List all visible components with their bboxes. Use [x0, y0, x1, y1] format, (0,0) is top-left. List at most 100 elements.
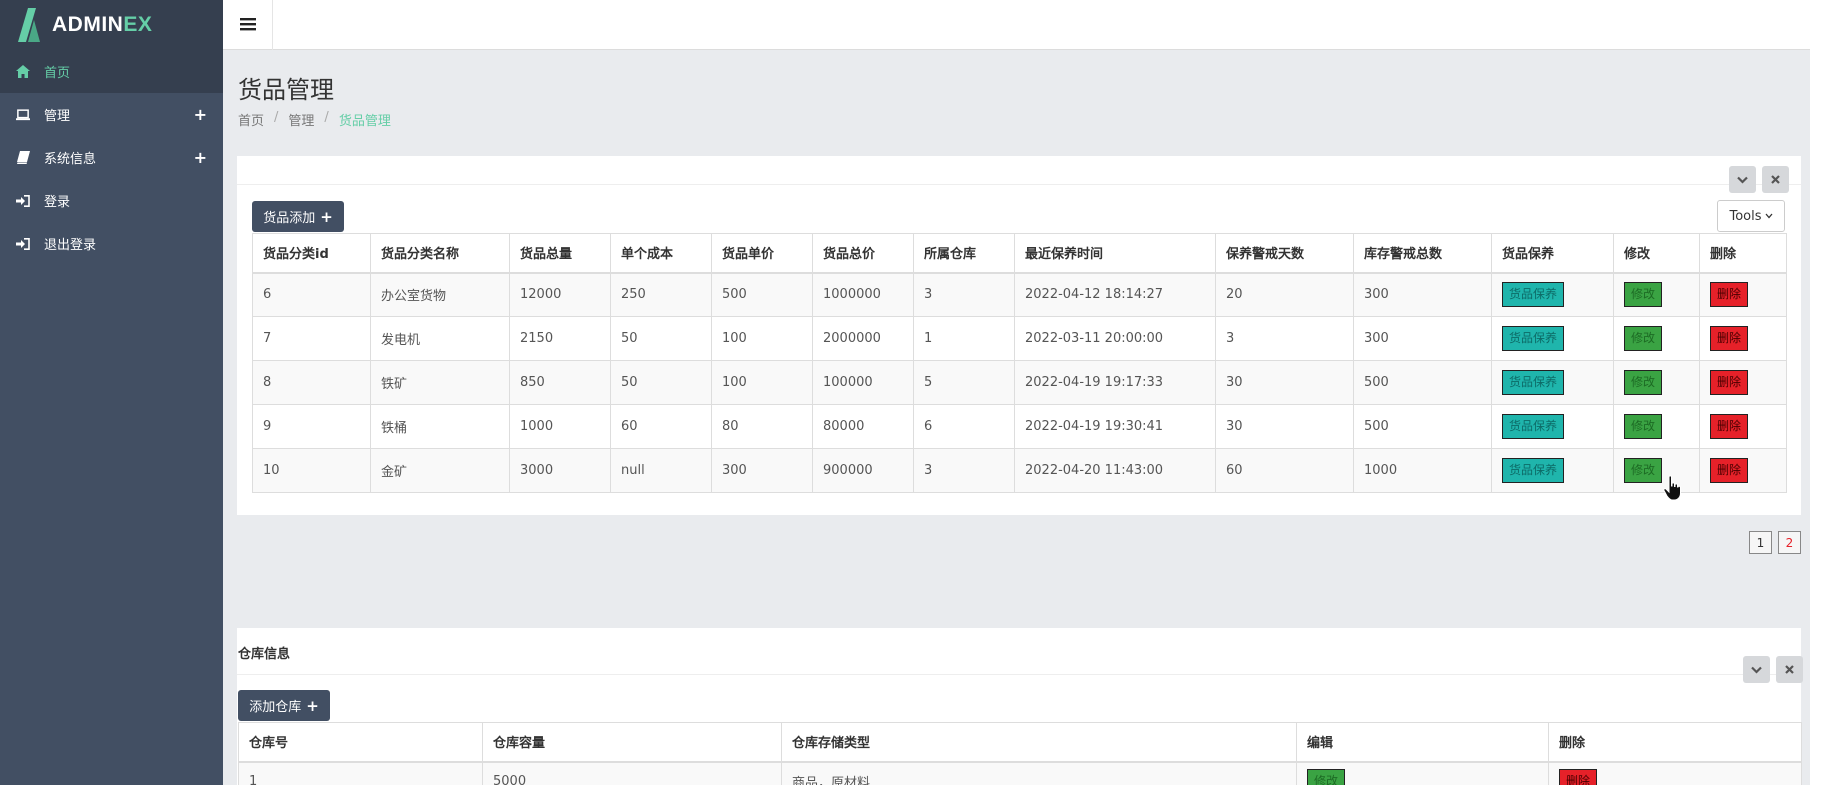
column-header[interactable]: 仓库存储类型	[781, 722, 1297, 763]
pagination: 1 2	[1749, 531, 1801, 554]
breadcrumb-home[interactable]: 首页	[238, 110, 264, 129]
action-cell: 修改	[1296, 761, 1549, 785]
expand-plus-icon[interactable]: +	[194, 148, 207, 167]
column-header[interactable]: 所属仓库	[913, 233, 1015, 274]
table-cell: 商品，原材料	[781, 761, 1297, 785]
edit-button[interactable]: 修改	[1624, 414, 1663, 439]
table-cell: 2022-03-11 20:00:00	[1014, 316, 1216, 361]
add-goods-button[interactable]: 货品添加 +	[252, 201, 344, 232]
table-cell: 850	[509, 360, 611, 405]
edit-button[interactable]: 修改	[1624, 282, 1663, 308]
panel-collapse-button[interactable]	[1729, 166, 1756, 193]
column-header[interactable]: 保养警戒天数	[1215, 233, 1354, 274]
column-header[interactable]: 货品单价	[711, 233, 813, 274]
table-cell: 100	[711, 360, 813, 405]
expand-plus-icon[interactable]: +	[194, 105, 207, 124]
table-cell: 发电机	[370, 316, 510, 361]
sidebar-item-logout[interactable]: 退出登录	[0, 222, 223, 265]
table-cell: 5	[913, 360, 1015, 405]
maintain-button[interactable]: 货品保养	[1502, 414, 1565, 439]
table-cell: 6	[252, 272, 371, 317]
top-header	[223, 0, 1810, 50]
sidebar-item-manage[interactable]: 管理 +	[0, 93, 223, 136]
edit-button[interactable]: 修改	[1307, 769, 1346, 785]
page-1-button[interactable]: 1	[1749, 531, 1772, 554]
table-cell: 12000	[509, 272, 611, 317]
table-cell: 30	[1215, 360, 1354, 405]
table-cell: 100000	[812, 360, 914, 405]
brand-logo[interactable]: ADMINEX	[0, 0, 223, 50]
page-2-button[interactable]: 2	[1778, 531, 1801, 554]
table-row: 8 铁矿 850 50 100 100000 5 2022-04-19 19:17:33 30 5…	[252, 360, 1787, 405]
action-cell: 删除	[1699, 316, 1787, 361]
column-header[interactable]: 库存警戒总数	[1353, 233, 1492, 274]
edit-button[interactable]: 修改	[1624, 326, 1663, 351]
column-header[interactable]: 删除	[1699, 233, 1787, 274]
table-cell: 900000	[812, 448, 914, 493]
column-header[interactable]: 仓库号	[238, 722, 483, 763]
column-header[interactable]: 编辑	[1296, 722, 1549, 763]
edit-button[interactable]: 修改	[1624, 370, 1663, 395]
action-cell: 删除	[1699, 272, 1787, 317]
table-cell: 500	[711, 272, 813, 317]
table-row: 1 5000 商品，原材料 修改 删除	[238, 761, 1802, 785]
action-cell: 货品保养	[1491, 404, 1614, 449]
table-cell: 1000	[1353, 448, 1492, 493]
panel-collapse-button[interactable]	[1743, 656, 1770, 683]
sidebar-item-home[interactable]: 首页	[0, 50, 223, 93]
column-header[interactable]: 货品分类名称	[370, 233, 510, 274]
maintain-button[interactable]: 货品保养	[1502, 370, 1565, 395]
maintain-button[interactable]: 货品保养	[1502, 458, 1565, 483]
add-goods-label: 货品添加	[263, 211, 316, 226]
goods-table: 货品分类id 货品分类名称 货品总量 单个成本 货品单价 货品总价 所属仓库 最…	[252, 233, 1787, 493]
sidebar-item-label: 系统信息	[44, 152, 97, 167]
brand-name: ADMIN	[52, 13, 124, 36]
table-cell: 60	[610, 404, 712, 449]
delete-button[interactable]: 删除	[1710, 282, 1749, 308]
tools-dropdown-button[interactable]: Tools	[1717, 200, 1785, 232]
breadcrumb-manage[interactable]: 管理	[288, 110, 314, 129]
panel-close-button[interactable]	[1762, 166, 1789, 193]
column-header[interactable]: 货品总价	[812, 233, 914, 274]
action-cell: 删除	[1699, 448, 1787, 493]
delete-button[interactable]: 删除	[1710, 326, 1749, 351]
action-cell: 修改	[1613, 316, 1700, 361]
table-cell: 300	[711, 448, 813, 493]
delete-button[interactable]: 删除	[1710, 458, 1749, 483]
table-row: 9 铁桶 1000 60 80 80000 6 2022-04-19 19:30:41 30 50…	[252, 404, 1787, 449]
column-header[interactable]: 最近保养时间	[1014, 233, 1216, 274]
add-warehouse-button[interactable]: 添加仓库 +	[238, 690, 330, 721]
delete-button[interactable]: 删除	[1710, 414, 1749, 439]
table-cell: 1	[913, 316, 1015, 361]
sidebar-item-label: 退出登录	[44, 238, 97, 253]
table-cell: 250	[610, 272, 712, 317]
table-cell: 80	[711, 404, 813, 449]
breadcrumb-current: 货品管理	[338, 114, 391, 129]
column-header[interactable]: 修改	[1613, 233, 1700, 274]
menu-toggle-button[interactable]	[223, 0, 273, 50]
panel-close-button[interactable]	[1776, 656, 1803, 683]
sidebar-item-login[interactable]: 登录	[0, 179, 223, 222]
maintain-button[interactable]: 货品保养	[1502, 282, 1565, 308]
column-header[interactable]: 删除	[1548, 722, 1802, 763]
table-cell: 1000	[509, 404, 611, 449]
delete-button[interactable]: 删除	[1559, 769, 1598, 785]
column-header[interactable]: 单个成本	[610, 233, 712, 274]
action-cell: 货品保养	[1491, 316, 1614, 361]
page-scrollbar[interactable]	[1810, 0, 1825, 785]
column-header[interactable]: 货品保养	[1491, 233, 1614, 274]
table-cell: 铁桶	[370, 404, 510, 449]
chevron-down-icon	[1765, 213, 1773, 219]
column-header[interactable]: 货品分类id	[252, 233, 371, 274]
sidebar-item-system-info[interactable]: 系统信息 +	[0, 136, 223, 179]
hamburger-icon	[239, 16, 256, 35]
action-cell: 货品保养	[1491, 272, 1614, 317]
table-cell: 60	[1215, 448, 1354, 493]
delete-button[interactable]: 删除	[1710, 370, 1749, 395]
sign-in-icon	[16, 237, 30, 251]
warehouse-panel-title: 仓库信息	[238, 647, 291, 662]
column-header[interactable]: 货品总量	[509, 233, 611, 274]
maintain-button[interactable]: 货品保养	[1502, 326, 1565, 351]
edit-button[interactable]: 修改	[1624, 458, 1663, 483]
column-header[interactable]: 仓库容量	[482, 722, 782, 763]
